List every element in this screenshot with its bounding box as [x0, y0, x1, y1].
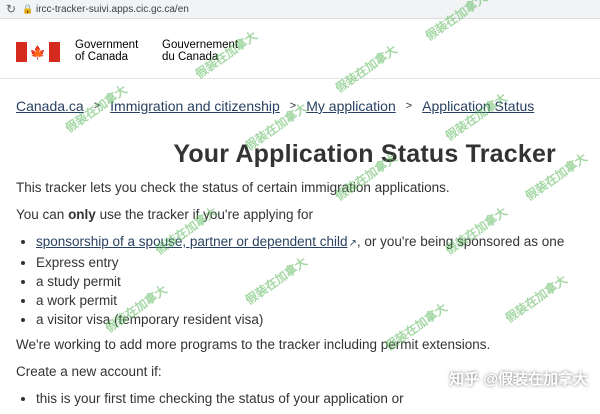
- source-watermark: 知乎 @假装在加拿大: [449, 371, 588, 388]
- external-link-icon: ↗: [348, 238, 357, 249]
- canada-flag-icon: 🍁: [16, 42, 60, 62]
- breadcrumb-my-application[interactable]: My application: [306, 98, 396, 114]
- intro-text: This tracker lets you check the status o…: [16, 180, 450, 195]
- programs-note: We're working to add more programs to th…: [16, 337, 491, 352]
- chevron-right-icon: >: [93, 100, 101, 112]
- list-item: a study permit: [36, 272, 600, 291]
- list-item: sponsorship of a spouse, partner or depe…: [36, 232, 600, 253]
- list-item: a visitor visa (temporary resident visa): [36, 310, 600, 329]
- page-title: Your Application Status Tracker: [173, 140, 556, 168]
- breadcrumb-immigration[interactable]: Immigration and citizenship: [110, 98, 280, 114]
- breadcrumb: Canada.ca > Immigration and citizenship …: [16, 98, 596, 114]
- list-item: this is your first time checking the sta…: [36, 389, 600, 408]
- government-signature-fr[interactable]: Gouvernement du Canada: [162, 39, 238, 63]
- breadcrumb-canada[interactable]: Canada.ca: [16, 98, 84, 114]
- eligible-programs-list: sponsorship of a spouse, partner or depe…: [16, 232, 600, 329]
- sponsorship-link[interactable]: sponsorship of a spouse, partner or depe…: [36, 234, 347, 249]
- lock-icon: 🔒: [22, 3, 34, 14]
- eligibility-text: You can only use the tracker if you're a…: [16, 207, 314, 222]
- create-account-list: this is your first time checking the sta…: [16, 389, 600, 408]
- header-divider: [0, 78, 600, 79]
- list-item: Express entry: [36, 253, 600, 272]
- browser-address-bar[interactable]: ↻ 🔒 ircc-tracker-suivi.apps.cic.gc.ca/en: [0, 0, 600, 19]
- reload-icon[interactable]: ↻: [0, 2, 22, 16]
- government-header: 🍁 Government of Canada Gouvernement du C…: [0, 18, 600, 78]
- url-text[interactable]: ircc-tracker-suivi.apps.cic.gc.ca/en: [36, 4, 189, 15]
- list-item: a work permit: [36, 291, 600, 310]
- chevron-right-icon: >: [289, 100, 297, 112]
- government-signature-en[interactable]: Government of Canada: [75, 39, 138, 63]
- chevron-right-icon: >: [405, 100, 413, 112]
- breadcrumb-application-status[interactable]: Application Status: [422, 98, 534, 114]
